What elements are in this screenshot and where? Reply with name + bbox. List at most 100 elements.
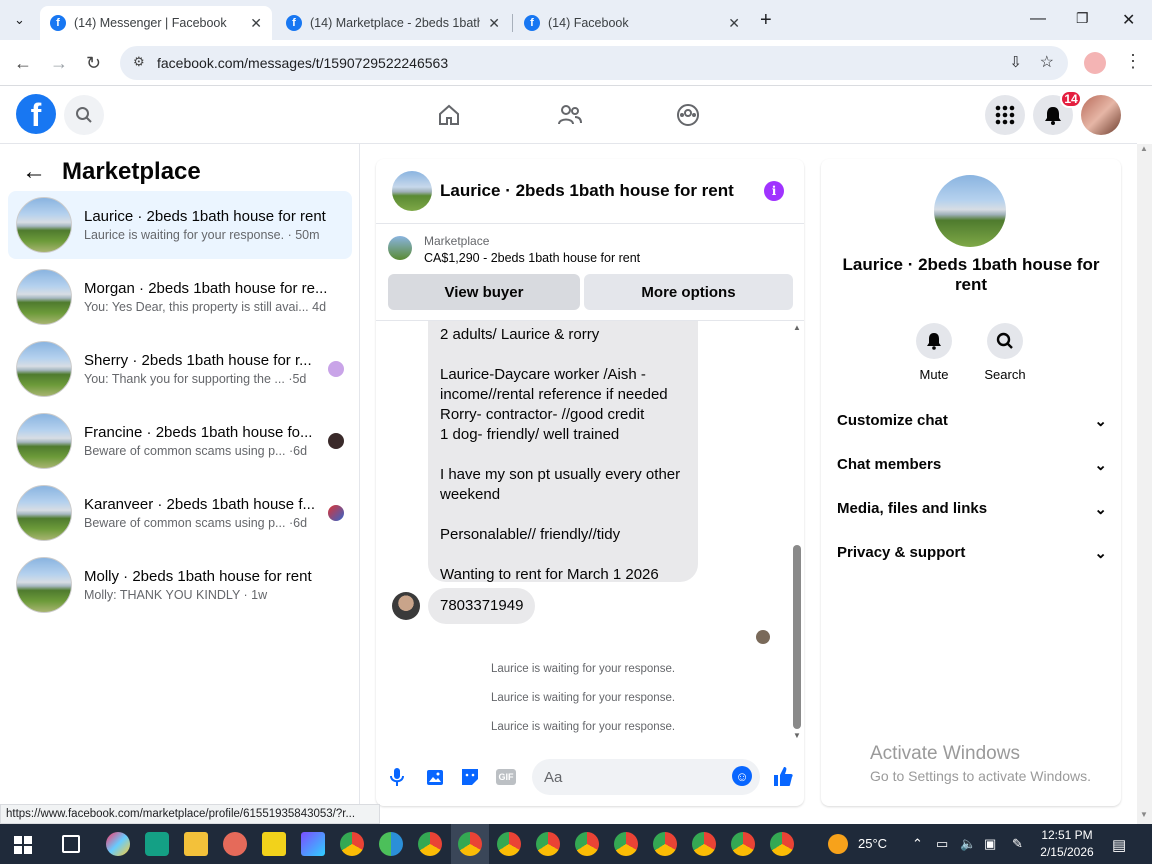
mute-button[interactable]: Mute	[894, 323, 974, 382]
facebook-favicon-icon: f	[286, 15, 302, 31]
weather-temperature[interactable]: 25°C	[858, 836, 887, 851]
home-icon[interactable]	[437, 103, 461, 132]
view-buyer-button[interactable]: View buyer	[388, 274, 580, 310]
notification-badge: 14	[1060, 90, 1082, 108]
friends-icon[interactable]	[557, 103, 583, 132]
file-explorer-icon[interactable]	[184, 832, 208, 856]
tray-chevron-up-icon[interactable]: ⌃	[912, 836, 923, 852]
clock[interactable]: 12:51 PM 2/15/2026	[1040, 828, 1094, 859]
tab-messenger[interactable]: f (14) Messenger | Facebook ✕	[40, 6, 272, 40]
app-icon[interactable]	[145, 832, 169, 856]
search-icon[interactable]	[64, 95, 104, 135]
chat-item-morgan[interactable]: Morgan · 2beds 1bath house for re... You…	[8, 263, 352, 331]
chrome-profile-icon[interactable]	[653, 832, 677, 856]
weather-icon[interactable]	[828, 834, 848, 854]
close-tab-icon[interactable]: ✕	[728, 15, 740, 32]
section-media-files-links[interactable]: Media, files and links ⌄	[837, 500, 1107, 518]
conversation-title[interactable]: Laurice · 2beds 1bath house for rent	[440, 181, 734, 201]
page-scrollbar[interactable]: ▲ ▼	[1137, 144, 1152, 824]
facebook-logo[interactable]: f	[16, 94, 56, 134]
url-bar[interactable]: ⚙ facebook.com/messages/t/15907295222465…	[120, 46, 1068, 80]
tab-marketplace[interactable]: f (14) Marketplace - 2beds 1bath ✕	[276, 6, 510, 40]
restore-icon[interactable]: ❐	[1076, 10, 1089, 27]
menu-grid-icon[interactable]	[985, 95, 1025, 135]
chrome-profile-icon[interactable]	[614, 832, 638, 856]
microphone-icon[interactable]	[390, 767, 404, 792]
reload-icon[interactable]: ↻	[86, 53, 101, 74]
scroll-up-icon[interactable]: ▲	[1140, 144, 1148, 153]
network-icon[interactable]: ▣	[984, 836, 996, 852]
chrome-profile-icon[interactable]	[575, 832, 599, 856]
section-chat-members[interactable]: Chat members ⌄	[837, 456, 1107, 474]
back-icon[interactable]: ←	[14, 53, 32, 74]
message-line: Rorry- contractor- //good credit	[440, 406, 645, 423]
new-tab-icon[interactable]: +	[760, 9, 772, 32]
tab-search-icon[interactable]: ⌄	[14, 12, 25, 28]
message-scrollbar[interactable]: ▲ ▼	[792, 321, 802, 741]
copilot-icon[interactable]	[106, 832, 130, 856]
scroll-down-icon[interactable]: ▼	[1140, 810, 1148, 819]
notification-center-icon[interactable]: ▤	[1112, 836, 1126, 854]
back-arrow-icon[interactable]: ←	[22, 158, 46, 186]
sticky-notes-icon[interactable]	[262, 832, 286, 856]
tab-facebook[interactable]: f (14) Facebook ✕	[514, 6, 750, 40]
chrome-profile-icon[interactable]	[536, 832, 560, 856]
task-view-icon[interactable]	[62, 835, 80, 853]
site-info-icon[interactable]: ⚙	[133, 54, 145, 70]
section-privacy-support[interactable]: Privacy & support ⌄	[837, 544, 1107, 562]
gif-icon[interactable]: GIF	[496, 769, 516, 785]
app-icon[interactable]	[301, 832, 325, 856]
windows-start-icon[interactable]	[14, 836, 32, 859]
info-icon[interactable]: i	[764, 181, 784, 201]
chrome-profile-icon[interactable]	[418, 832, 442, 856]
more-options-button[interactable]: More options	[584, 274, 793, 310]
message-input[interactable]: Aa ☺	[532, 759, 760, 795]
chrome-profile-icon[interactable]	[770, 832, 794, 856]
speaker-icon[interactable]: 🔈	[960, 836, 976, 852]
app-icon[interactable]	[223, 832, 247, 856]
profile-avatar-icon[interactable]	[1084, 52, 1106, 74]
chat-item-francine[interactable]: Francine · 2beds 1bath house fo... Bewar…	[8, 407, 352, 475]
install-app-icon[interactable]: ⇩	[1009, 53, 1022, 71]
message-list[interactable]: 2 adults/ Laurice & rorry Laurice-Daycar…	[376, 321, 804, 741]
groups-icon[interactable]	[676, 103, 700, 132]
listing-thumbnail	[388, 236, 412, 260]
sticker-icon[interactable]	[460, 767, 480, 792]
chat-item-laurice[interactable]: Laurice · 2beds 1bath house for rent Lau…	[8, 191, 352, 259]
edge-icon[interactable]	[379, 832, 403, 856]
account-avatar[interactable]	[1081, 95, 1121, 135]
bookmark-star-icon[interactable]: ☆	[1040, 52, 1054, 72]
emoji-icon[interactable]: ☺	[732, 766, 752, 786]
section-customize-chat[interactable]: Customize chat ⌄	[837, 412, 1107, 430]
chat-item-title: Laurice · 2beds 1bath house for rent	[84, 208, 326, 225]
conversation-avatar[interactable]	[392, 171, 432, 211]
thumbs-up-icon[interactable]	[772, 765, 794, 792]
close-window-icon[interactable]: ✕	[1122, 10, 1135, 30]
chat-item-preview: Molly: THANK YOU KINDLY	[84, 588, 241, 602]
chat-item-sherry[interactable]: Sherry · 2beds 1bath house for r... You:…	[8, 335, 352, 403]
sender-avatar[interactable]	[392, 592, 420, 620]
search-conversation-button[interactable]: Search	[965, 323, 1045, 382]
pen-icon[interactable]: ✎	[1012, 836, 1023, 852]
chrome-profile-icon[interactable]	[458, 832, 482, 856]
close-tab-icon[interactable]: ✕	[250, 15, 262, 32]
tray-app-icon[interactable]: ▭	[936, 836, 948, 852]
chrome-profile-icon[interactable]	[692, 832, 716, 856]
chrome-profile-icon[interactable]	[731, 832, 755, 856]
message-line	[440, 445, 686, 465]
scrollbar-thumb[interactable]	[793, 545, 801, 729]
photo-icon[interactable]	[426, 767, 446, 792]
system-message: Laurice is waiting for your response.	[490, 721, 676, 733]
chrome-icon[interactable]	[340, 832, 364, 856]
listing-title[interactable]: CA$1,290 - 2beds 1bath house for rent	[424, 251, 640, 265]
chat-item-molly[interactable]: Molly · 2beds 1bath house for rent Molly…	[8, 551, 352, 619]
message-line: Wanting to rent for March 1 2026	[440, 566, 659, 583]
minimize-icon[interactable]: —	[1030, 10, 1046, 28]
close-tab-icon[interactable]: ✕	[488, 15, 500, 32]
chrome-profile-icon[interactable]	[497, 832, 521, 856]
scroll-down-icon[interactable]: ▼	[793, 731, 801, 740]
forward-icon[interactable]: →	[50, 53, 68, 74]
scroll-up-icon[interactable]: ▲	[793, 323, 801, 332]
browser-menu-icon[interactable]: ⋮	[1124, 51, 1142, 72]
chat-item-karanveer[interactable]: Karanveer · 2beds 1bath house f... Bewar…	[8, 479, 352, 547]
